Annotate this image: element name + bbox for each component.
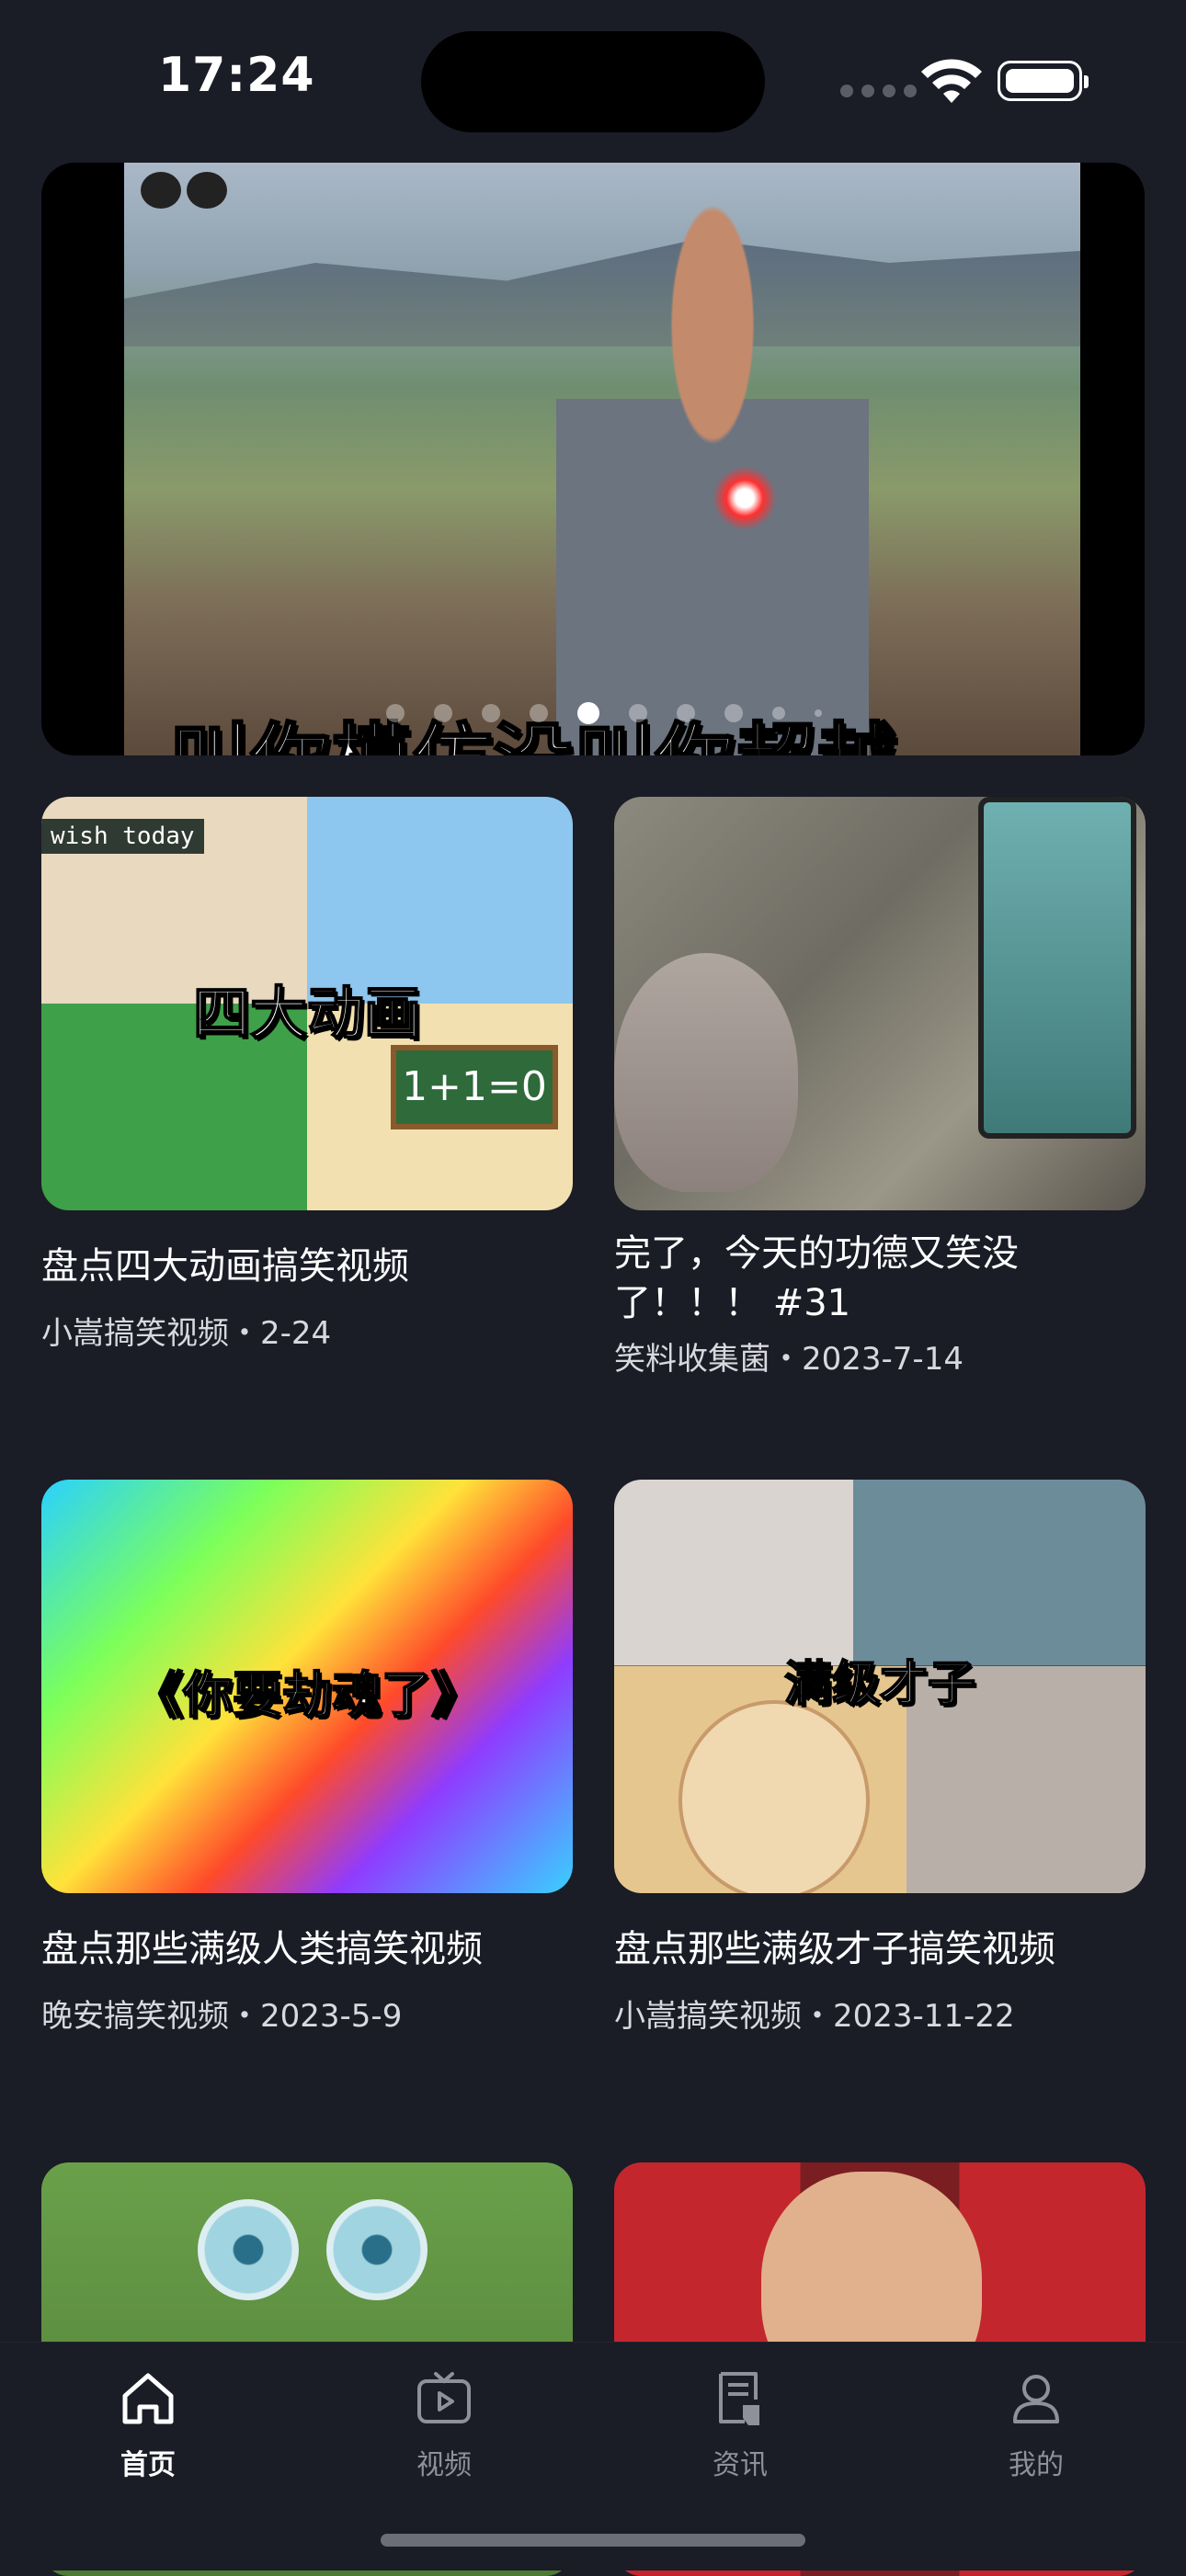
video-title[interactable]: 完了，今天的功德又笑没了！！！ #31 [614, 1229, 1146, 1328]
video-card[interactable]: 完了，今天的功德又笑没了！！！ #31 笑料收集菌・2023-7-14 [614, 797, 1146, 1379]
video-card[interactable]: 满级才子 盘点那些满级才子搞笑视频 小嵩搞笑视频・2023-11-22 [614, 1480, 1146, 2036]
thumbnail-sign: wish today [41, 819, 204, 854]
carousel-page-indicator[interactable] [0, 702, 1186, 724]
video-card[interactable]: 《你要劫魂了》 盘点那些满级人类搞笑视频 晚安搞笑视频・2023-5-9 [41, 1480, 573, 2036]
tab-label: 我的 [1009, 2449, 1064, 2481]
thumbnail-caption: 四大动画 [192, 979, 422, 1048]
tab-profile[interactable]: 我的 [944, 2366, 1128, 2482]
thumbnail-chalkboard: 1+1=0 [391, 1045, 558, 1129]
dynamic-island [421, 31, 765, 132]
home-icon [122, 2373, 174, 2424]
status-time: 17:24 [158, 48, 315, 103]
tab-video[interactable]: 视频 [352, 2366, 536, 2482]
page-dot[interactable] [386, 704, 405, 722]
tab-news[interactable]: 资讯 [648, 2366, 832, 2482]
banner-decoration [141, 172, 233, 212]
page-dot[interactable] [629, 704, 647, 722]
tab-label: 资讯 [713, 2449, 768, 2481]
video-meta: 笑料收集菌・2023-7-14 [614, 1341, 964, 1378]
video-title[interactable]: 盘点那些满级才子搞笑视频 [614, 1924, 1146, 1974]
page-dot[interactable] [815, 709, 822, 717]
thumbnail-caption: 《你要劫魂了》 [132, 1665, 482, 1725]
battery-icon [998, 61, 1089, 101]
tv-play-icon [417, 2372, 471, 2423]
status-bar: 17:24 [0, 0, 1186, 156]
video-title[interactable]: 盘点那些满级人类搞笑视频 [41, 1924, 573, 1974]
video-meta: 小嵩搞笑视频・2023-11-22 [614, 1998, 1015, 2035]
thumbnail-caption: 满级才子 [783, 1656, 976, 1713]
video-thumbnail[interactable] [614, 797, 1146, 1210]
video-card[interactable]: wish today 1+1=0 四大动画 盘点四大动画搞笑视频 小嵩搞笑视频・… [41, 797, 573, 1353]
video-thumbnail[interactable]: 《你要劫魂了》 [41, 1480, 573, 1893]
banner-image[interactable] [124, 163, 1080, 755]
page-dot[interactable] [530, 704, 548, 722]
person-icon [1013, 2375, 1059, 2423]
banner-carousel[interactable]: 叫你模仿没叫你超越 [41, 163, 1145, 755]
news-icon [719, 2372, 759, 2425]
video-thumbnail[interactable]: wish today 1+1=0 四大动画 [41, 797, 573, 1210]
wifi-icon [921, 59, 982, 103]
video-meta: 晚安搞笑视频・2023-5-9 [41, 1998, 403, 2035]
page-dot[interactable] [434, 704, 452, 722]
video-meta: 小嵩搞笑视频・2-24 [41, 1315, 332, 1352]
cellular-signal-icon [840, 85, 917, 97]
page-dot[interactable] [772, 707, 785, 720]
page-dot[interactable] [482, 704, 500, 722]
tab-label: 视频 [416, 2449, 472, 2481]
page-dot[interactable] [724, 704, 743, 722]
tab-home[interactable]: 首页 [56, 2366, 240, 2482]
home-indicator[interactable] [381, 2534, 805, 2547]
tab-label: 首页 [120, 2449, 176, 2481]
video-title[interactable]: 盘点四大动画搞笑视频 [41, 1242, 573, 1291]
page-dot-active[interactable] [577, 702, 599, 724]
page-dot[interactable] [677, 704, 695, 722]
video-thumbnail[interactable]: 满级才子 [614, 1480, 1146, 1893]
